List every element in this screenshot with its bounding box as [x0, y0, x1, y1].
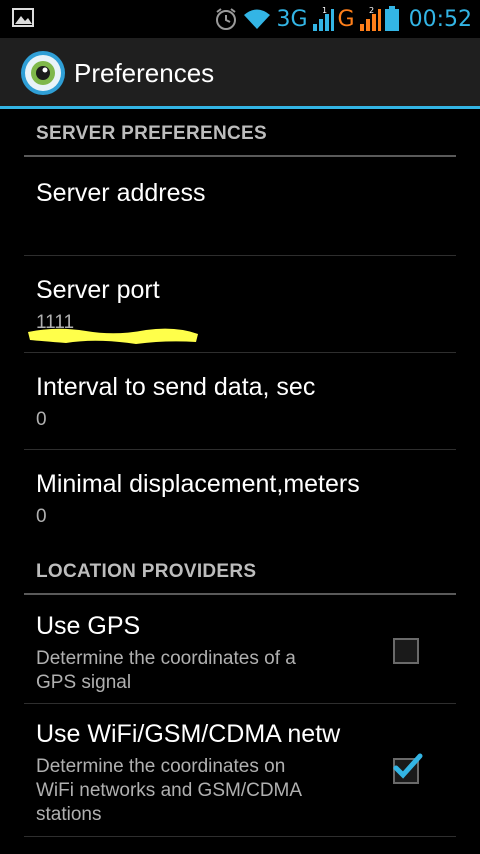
pref-use-network[interactable]: Use WiFi/GSM/CDMA netw Determine the coo…: [24, 704, 456, 837]
pref-server-port[interactable]: Server port 1111: [24, 256, 456, 353]
battery-icon: [384, 6, 399, 31]
category-server-preferences: SERVER PREFERENCES: [24, 109, 456, 159]
preferences-list: SERVER PREFERENCES Server address Server…: [0, 109, 480, 854]
pref-title: Use GPS: [36, 612, 141, 640]
sim1-label: 1: [322, 6, 327, 15]
pref-server-address[interactable]: Server address: [24, 159, 456, 256]
sim2-label: 2: [369, 6, 374, 15]
category-header: SERVER PREFERENCES: [36, 123, 267, 144]
check-icon: [393, 753, 423, 779]
clock: 00:52: [408, 6, 472, 32]
signal-icon-2: 2: [359, 6, 381, 31]
image-notification-icon: [12, 8, 34, 27]
status-bar: 3G 1 G 2 00:52: [0, 0, 480, 38]
pref-summary-line-2: GPS signal: [36, 672, 132, 693]
signal-icon: 1: [312, 6, 334, 31]
pref-summary: 1111: [36, 312, 75, 333]
screen-title: Preferences: [74, 58, 215, 88]
pref-summary-line-3: stations: [36, 804, 102, 825]
pref-title: Minimal displacement,meters: [36, 470, 360, 498]
category-location-providers: LOCATION PROVIDERS: [24, 547, 456, 597]
action-bar: Preferences: [0, 38, 480, 106]
pref-title: Use WiFi/GSM/CDMA netw: [36, 720, 341, 748]
pref-title: Server port: [36, 276, 160, 304]
pref-interval[interactable]: Interval to send data, sec 0: [24, 353, 456, 450]
pref-title: Interval to send data, sec: [36, 373, 316, 401]
pref-use-gps[interactable]: Use GPS Determine the coordinates of a G…: [24, 597, 456, 704]
category-divider: [24, 155, 456, 157]
network-type-2-label: G: [337, 6, 355, 32]
network-type-label: 3G: [276, 6, 308, 32]
pref-summary-line-2: WiFi networks and GSM/CDMA: [36, 780, 303, 801]
category-header: LOCATION PROVIDERS: [36, 561, 257, 582]
pref-title: Server address: [36, 179, 206, 207]
pref-summary: 0: [36, 506, 47, 527]
wifi-icon: [244, 9, 271, 29]
pref-summary: 0: [36, 409, 47, 430]
category-divider: [24, 593, 456, 595]
alarm-icon: [216, 8, 237, 30]
gps-checkbox[interactable]: [393, 638, 419, 664]
network-checkbox[interactable]: [393, 753, 423, 784]
eye-logo-icon[interactable]: [20, 50, 66, 96]
pref-summary-line-1: Determine the coordinates on: [36, 756, 286, 777]
pref-minimal-displacement[interactable]: Minimal displacement,meters 0: [24, 450, 456, 547]
list-divider: [24, 836, 456, 837]
pref-summary-line-1: Determine the coordinates of a: [36, 648, 296, 669]
